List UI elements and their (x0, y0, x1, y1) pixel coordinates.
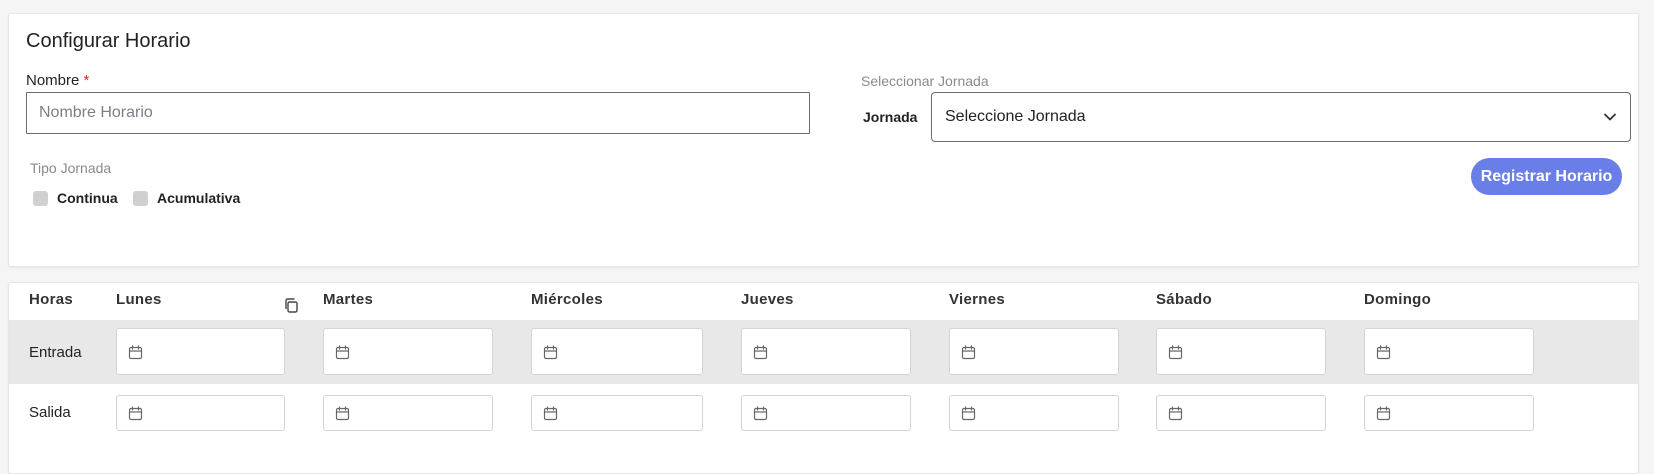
header-viernes: Viernes (949, 291, 1006, 308)
acumulativa-checkbox[interactable] (133, 190, 148, 206)
time-input-salida-jueves[interactable] (741, 395, 911, 431)
continua-checkbox[interactable] (33, 190, 48, 206)
acumulativa-option[interactable]: Acumulativa (133, 190, 240, 206)
calendar-icon (753, 345, 768, 360)
calendar-icon (543, 406, 558, 421)
time-input-entrada-martes[interactable] (323, 328, 493, 375)
copy-icon[interactable] (283, 297, 300, 314)
schedule-form-card: Configurar Horario Nombre * Seleccionar … (8, 13, 1639, 267)
calendar-icon (753, 406, 768, 421)
time-input-salida-sabado[interactable] (1156, 395, 1326, 431)
calendar-icon (128, 406, 143, 421)
jornada-selected-value: Seleccione Jornada (945, 108, 1086, 125)
calendar-icon (1376, 345, 1391, 360)
nombre-input[interactable] (26, 92, 810, 134)
header-lunes: Lunes (116, 291, 162, 308)
header-sabado: Sábado (1156, 291, 1212, 308)
seleccionar-jornada-label: Seleccionar Jornada (861, 73, 989, 89)
continua-label: Continua (57, 190, 118, 206)
page-title: Configurar Horario (26, 30, 191, 52)
time-input-salida-viernes[interactable] (949, 395, 1119, 431)
calendar-icon (1168, 406, 1183, 421)
calendar-icon (961, 345, 976, 360)
calendar-icon (1376, 406, 1391, 421)
calendar-icon (543, 345, 558, 360)
schedule-table-card: Horas Lunes Martes Miércoles Jueves Vier… (8, 282, 1639, 474)
time-input-salida-lunes[interactable] (116, 395, 285, 431)
nombre-label: Nombre * (26, 72, 90, 89)
row-label-salida: Salida (29, 404, 71, 421)
time-input-entrada-domingo[interactable] (1364, 328, 1534, 375)
calendar-icon (1168, 345, 1183, 360)
time-input-entrada-jueves[interactable] (741, 328, 911, 375)
registrar-horario-button[interactable]: Registrar Horario (1471, 158, 1622, 195)
time-input-salida-martes[interactable] (323, 395, 493, 431)
header-horas: Horas (29, 291, 74, 308)
calendar-icon (335, 345, 350, 360)
time-input-salida-domingo[interactable] (1364, 395, 1534, 431)
acumulativa-label: Acumulativa (157, 190, 241, 206)
required-mark: * (83, 72, 90, 89)
time-input-entrada-miercoles[interactable] (531, 328, 703, 375)
calendar-icon (335, 406, 350, 421)
header-jueves: Jueves (741, 291, 794, 308)
header-miercoles: Miércoles (531, 291, 603, 308)
jornada-label: Jornada (863, 109, 918, 125)
time-input-entrada-sabado[interactable] (1156, 328, 1326, 375)
row-label-entrada: Entrada (29, 344, 82, 361)
tipo-jornada-label: Tipo Jornada (30, 160, 112, 176)
continua-option[interactable]: Continua (33, 190, 118, 206)
time-input-entrada-lunes[interactable] (116, 328, 285, 375)
chevron-down-icon (1603, 110, 1617, 124)
time-input-entrada-viernes[interactable] (949, 328, 1119, 375)
header-martes: Martes (323, 291, 374, 308)
time-input-salida-miercoles[interactable] (531, 395, 703, 431)
calendar-icon (961, 406, 976, 421)
header-domingo: Domingo (1364, 291, 1432, 308)
calendar-icon (128, 345, 143, 360)
jornada-select[interactable]: Seleccione Jornada (931, 92, 1631, 142)
